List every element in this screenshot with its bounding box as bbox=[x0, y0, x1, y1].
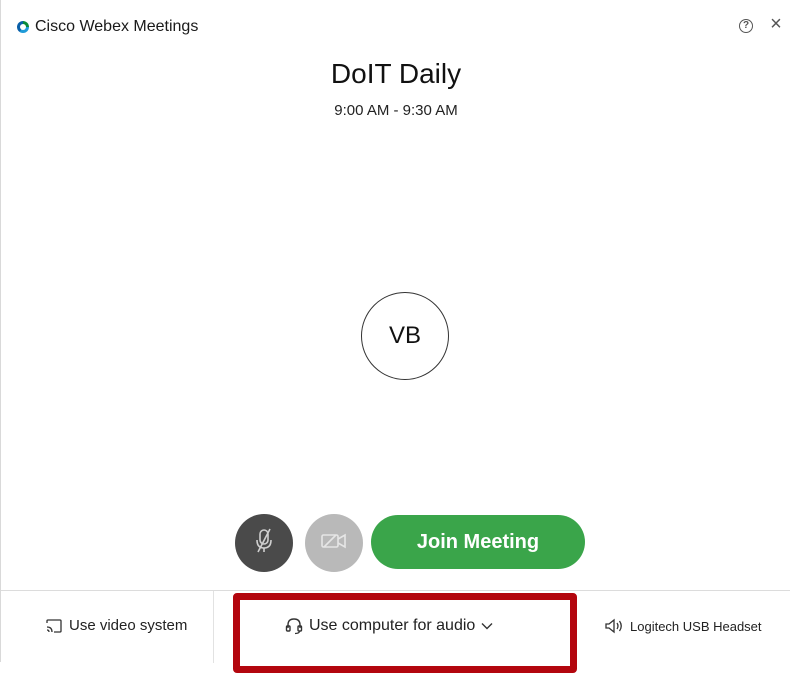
cast-icon bbox=[45, 618, 63, 634]
title-bar: Cisco Webex Meetings ? × bbox=[1, 0, 790, 52]
speaker-icon bbox=[604, 618, 624, 634]
join-meeting-button[interactable]: Join Meeting bbox=[371, 515, 585, 569]
avatar: VB bbox=[361, 292, 449, 380]
video-off-icon bbox=[320, 531, 348, 556]
help-icon[interactable]: ? bbox=[739, 19, 753, 33]
close-icon[interactable]: × bbox=[766, 14, 786, 34]
speaker-device-label: Logitech USB Headset bbox=[630, 618, 762, 634]
webex-window: Cisco Webex Meetings ? × DoIT Daily 9:00… bbox=[0, 0, 790, 673]
meeting-time: 9:00 AM - 9:30 AM bbox=[334, 102, 458, 119]
chevron-down-icon bbox=[481, 622, 493, 630]
use-video-system-button[interactable]: Use video system bbox=[45, 617, 187, 634]
microphone-muted-icon bbox=[253, 527, 275, 560]
audio-connection-dropdown[interactable]: Use computer for audio bbox=[285, 617, 493, 635]
headset-icon bbox=[285, 617, 303, 635]
divider bbox=[213, 591, 214, 663]
video-button[interactable] bbox=[305, 514, 363, 572]
mute-button[interactable] bbox=[235, 514, 293, 572]
use-video-system-label: Use video system bbox=[69, 617, 188, 634]
app-title: Cisco Webex Meetings bbox=[35, 18, 199, 35]
audio-connection-label: Use computer for audio bbox=[309, 617, 476, 634]
avatar-initials: VB bbox=[388, 322, 421, 349]
bottom-bar: Use video system Use computer for audio bbox=[1, 590, 790, 663]
webex-logo-icon bbox=[17, 21, 29, 33]
speaker-device-button[interactable]: Logitech USB Headset bbox=[604, 618, 762, 634]
meeting-title: DoIT Daily bbox=[330, 58, 462, 89]
